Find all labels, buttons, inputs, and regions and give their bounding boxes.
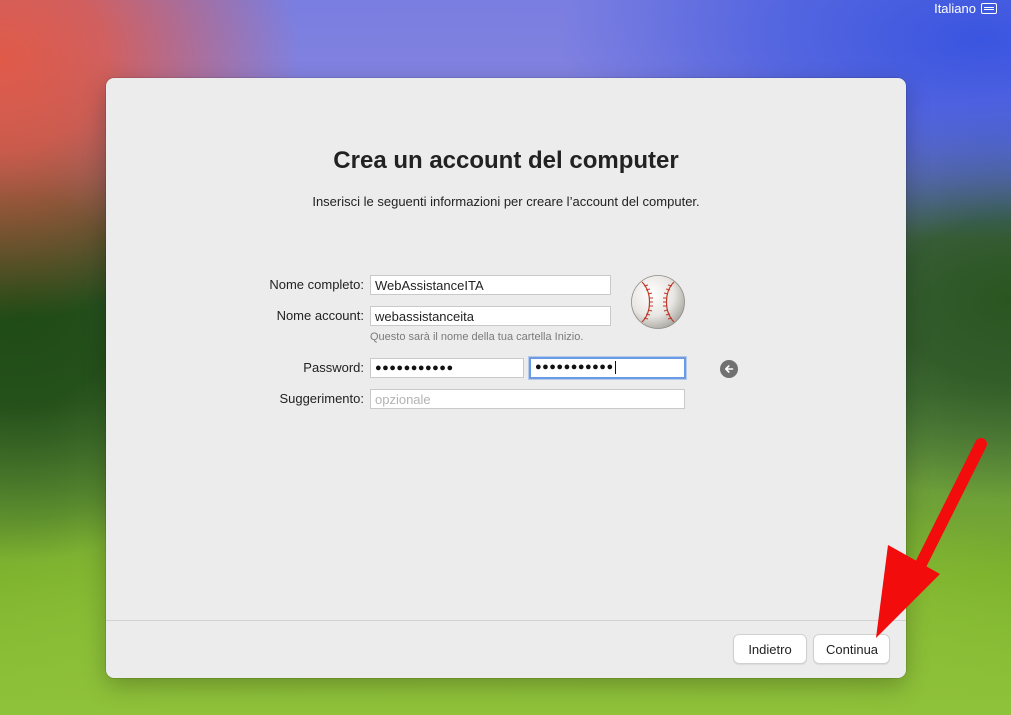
- password-masked-value: ●●●●●●●●●●●: [375, 362, 454, 374]
- hint-label: Suggerimento:: [279, 391, 364, 406]
- arrow-left-circle-icon[interactable]: [720, 360, 738, 378]
- password-field[interactable]: ●●●●●●●●●●●: [370, 358, 524, 378]
- footer-divider: [106, 620, 906, 621]
- desktop-background: Italiano Crea un account del computer In…: [0, 0, 1011, 715]
- language-label: Italiano: [934, 1, 976, 16]
- setup-window: Crea un account del computer Inserisci l…: [106, 78, 906, 678]
- input-language-indicator[interactable]: Italiano: [934, 1, 997, 16]
- full-name-field[interactable]: [370, 275, 611, 295]
- hint-field[interactable]: [370, 389, 685, 409]
- password-verify-field[interactable]: ●●●●●●●●●●●: [529, 357, 686, 379]
- page-subtitle: Inserisci le seguenti informazioni per c…: [312, 194, 700, 209]
- keyboard-icon: [981, 3, 997, 14]
- full-name-label: Nome completo:: [269, 277, 364, 292]
- back-button[interactable]: Indietro: [733, 634, 807, 664]
- page-title: Crea un account del computer: [333, 147, 679, 174]
- password-verify-masked-value: ●●●●●●●●●●●: [535, 361, 614, 373]
- continue-button[interactable]: Continua: [813, 634, 890, 664]
- password-label: Password:: [303, 360, 364, 375]
- arrow-left-glyph: [725, 365, 734, 373]
- account-name-label: Nome account:: [276, 308, 364, 323]
- account-name-field[interactable]: [370, 306, 611, 326]
- baseball-avatar-icon[interactable]: [630, 274, 686, 330]
- account-name-help-text: Questo sarà il nome della tua cartella I…: [370, 331, 584, 343]
- arrow-shaft: [906, 438, 987, 588]
- text-caret: [614, 360, 616, 374]
